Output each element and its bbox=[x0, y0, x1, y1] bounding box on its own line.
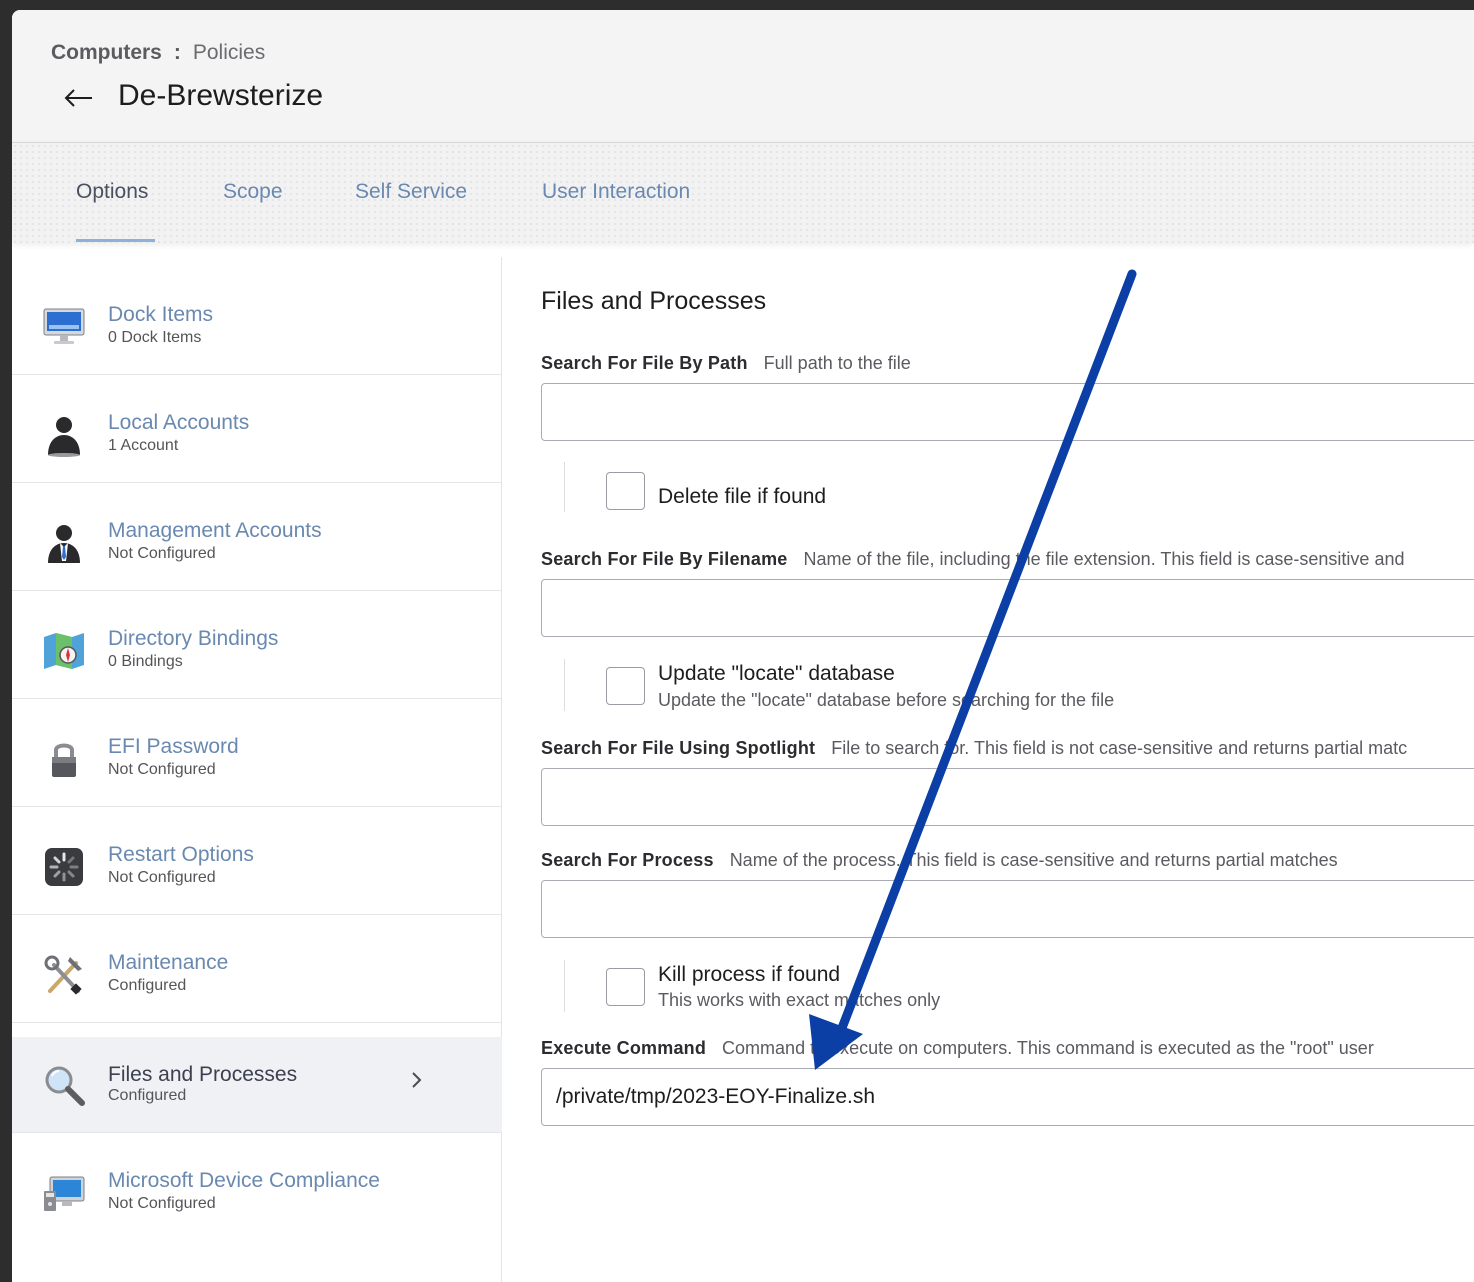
sidebar-item-status: Configured bbox=[108, 977, 187, 994]
update-locate-description: Update the "locate" database before sear… bbox=[658, 690, 1115, 710]
sidebar-item-status: 0 Dock Items bbox=[108, 329, 202, 346]
magnifier-icon bbox=[45, 1066, 85, 1106]
sidebar-item-label: Directory Bindings bbox=[108, 627, 279, 650]
field-help-text: Full path to the file bbox=[763, 353, 911, 373]
search-by-filename-input[interactable] bbox=[541, 579, 1474, 637]
search-spotlight-label: Search For File Using Spotlight File to s… bbox=[541, 738, 1407, 759]
sidebar-item-microsoft-device-compliance[interactable]: Microsoft Device Compliance Not Configur… bbox=[12, 1133, 502, 1241]
option-indent-rule bbox=[564, 659, 565, 711]
sidebar-item-status: 1 Account bbox=[108, 437, 179, 454]
sidebar-item-directory-bindings[interactable]: Directory Bindings 0 Bindings bbox=[12, 591, 502, 699]
sidebar-item-local-accounts[interactable]: Local Accounts 1 Account bbox=[12, 375, 502, 483]
sidebar-item-label: Local Accounts bbox=[108, 411, 250, 434]
field-label-text: Execute Command bbox=[541, 1038, 707, 1058]
delete-file-checkbox[interactable] bbox=[606, 472, 645, 510]
sidebar-item-status: Not Configured bbox=[108, 761, 216, 778]
field-label-text: Search For File Using Spotlight bbox=[541, 738, 816, 758]
sidebar-item-label: Microsoft Device Compliance bbox=[108, 1169, 380, 1192]
option-indent-rule bbox=[564, 462, 565, 512]
tab-user-interaction[interactable]: User Interaction bbox=[542, 180, 690, 204]
map-compass-icon bbox=[44, 633, 84, 669]
restart-spinner-icon bbox=[45, 848, 83, 886]
breadcrumb-separator: : bbox=[173, 41, 181, 64]
sidebar-item-files-and-processes[interactable]: Files and Processes Configured bbox=[12, 1037, 502, 1133]
search-by-filename-label: Search For File By Filename Name of the f… bbox=[541, 549, 1404, 570]
policy-window: Computers: Policies De-Brewsterize Option… bbox=[12, 10, 1474, 1282]
option-indent-rule bbox=[564, 960, 565, 1012]
delete-file-label: Delete file if found bbox=[658, 485, 827, 508]
tab-options[interactable]: Options bbox=[76, 180, 148, 204]
monitor-icon bbox=[43, 308, 85, 344]
lock-icon bbox=[52, 743, 76, 777]
active-tab-indicator bbox=[76, 239, 155, 242]
search-process-label: Search For Process Name of the process. T… bbox=[541, 850, 1338, 871]
section-title: Files and Processes bbox=[541, 287, 767, 315]
tab-bar: Options Scope Self Service User Interact… bbox=[12, 143, 1474, 243]
page-title: De-Brewsterize bbox=[118, 79, 324, 112]
tab-self-service[interactable]: Self Service bbox=[355, 180, 467, 204]
kill-process-checkbox[interactable] bbox=[606, 968, 645, 1006]
sidebar-item-restart-options[interactable]: Restart Options Not Configured bbox=[12, 807, 502, 915]
sidebar-item-efi-password[interactable]: EFI Password Not Configured bbox=[12, 699, 502, 807]
user-icon bbox=[48, 417, 80, 457]
sidebar-item-label: Dock Items bbox=[108, 303, 214, 326]
compliance-icon bbox=[44, 1176, 85, 1211]
sidebar-item-label: Restart Options bbox=[108, 843, 254, 866]
sidebar-item-status: Configured bbox=[108, 1087, 187, 1104]
sidebar-item-label: Files and Processes bbox=[108, 1063, 298, 1086]
sidebar-item-management-accounts[interactable]: Management Accounts Not Configured bbox=[12, 483, 502, 591]
breadcrumb-computers[interactable]: Computers bbox=[51, 41, 162, 64]
execute-command-label: Execute Command Command to execute on com… bbox=[541, 1038, 1374, 1059]
update-locate-label: Update "locate" database bbox=[658, 662, 895, 685]
field-help-text: Command to execute on computers. This co… bbox=[722, 1038, 1374, 1058]
search-spotlight-input[interactable] bbox=[541, 768, 1474, 826]
payload-sidebar: Dock Items 0 Dock Items Local Accounts 1… bbox=[12, 257, 502, 1282]
sidebar-item-maintenance[interactable]: Maintenance Configured bbox=[12, 915, 502, 1023]
sidebar-item-status: 0 Bindings bbox=[108, 653, 183, 670]
sidebar-item-status: Not Configured bbox=[108, 1195, 216, 1212]
field-help-text: Name of the process. This field is case-… bbox=[729, 850, 1338, 870]
sidebar-item-dock-items[interactable]: Dock Items 0 Dock Items bbox=[12, 267, 502, 375]
kill-process-label: Kill process if found bbox=[658, 963, 841, 986]
sidebar-item-status: Not Configured bbox=[108, 869, 216, 886]
field-label-text: Search For File By Filename bbox=[541, 549, 788, 569]
search-by-path-label: Search For File By Path Full path to the … bbox=[541, 353, 911, 374]
chevron-right-icon bbox=[412, 1072, 422, 1088]
update-locate-checkbox[interactable] bbox=[606, 667, 645, 705]
field-label-text: Search For Process bbox=[541, 850, 714, 870]
search-by-path-input[interactable] bbox=[541, 383, 1474, 441]
kill-process-description: This works with exact matches only bbox=[658, 990, 941, 1010]
execute-command-input[interactable] bbox=[541, 1068, 1474, 1126]
tab-scope[interactable]: Scope bbox=[223, 180, 283, 204]
tools-icon bbox=[44, 955, 82, 995]
field-help-text: File to search for. This field is not ca… bbox=[831, 738, 1408, 758]
back-arrow-icon[interactable] bbox=[64, 84, 94, 112]
sidebar-item-status: Not Configured bbox=[108, 545, 216, 562]
admin-user-icon bbox=[48, 525, 80, 563]
sidebar-item-label: EFI Password bbox=[108, 735, 239, 758]
field-help-text: Name of the file, including the file ext… bbox=[803, 549, 1405, 569]
files-and-processes-panel: Files and Processes Search For File By P… bbox=[503, 257, 1474, 1282]
sidebar-item-label: Maintenance bbox=[108, 951, 229, 974]
breadcrumb-policies[interactable]: Policies bbox=[193, 41, 265, 64]
search-process-input[interactable] bbox=[541, 880, 1474, 938]
field-label-text: Search For File By Path bbox=[541, 353, 748, 373]
sidebar-item-label: Management Accounts bbox=[108, 519, 322, 542]
breadcrumb: Computers: Policies bbox=[51, 41, 265, 65]
page-header: Computers: Policies De-Brewsterize bbox=[12, 10, 1474, 143]
